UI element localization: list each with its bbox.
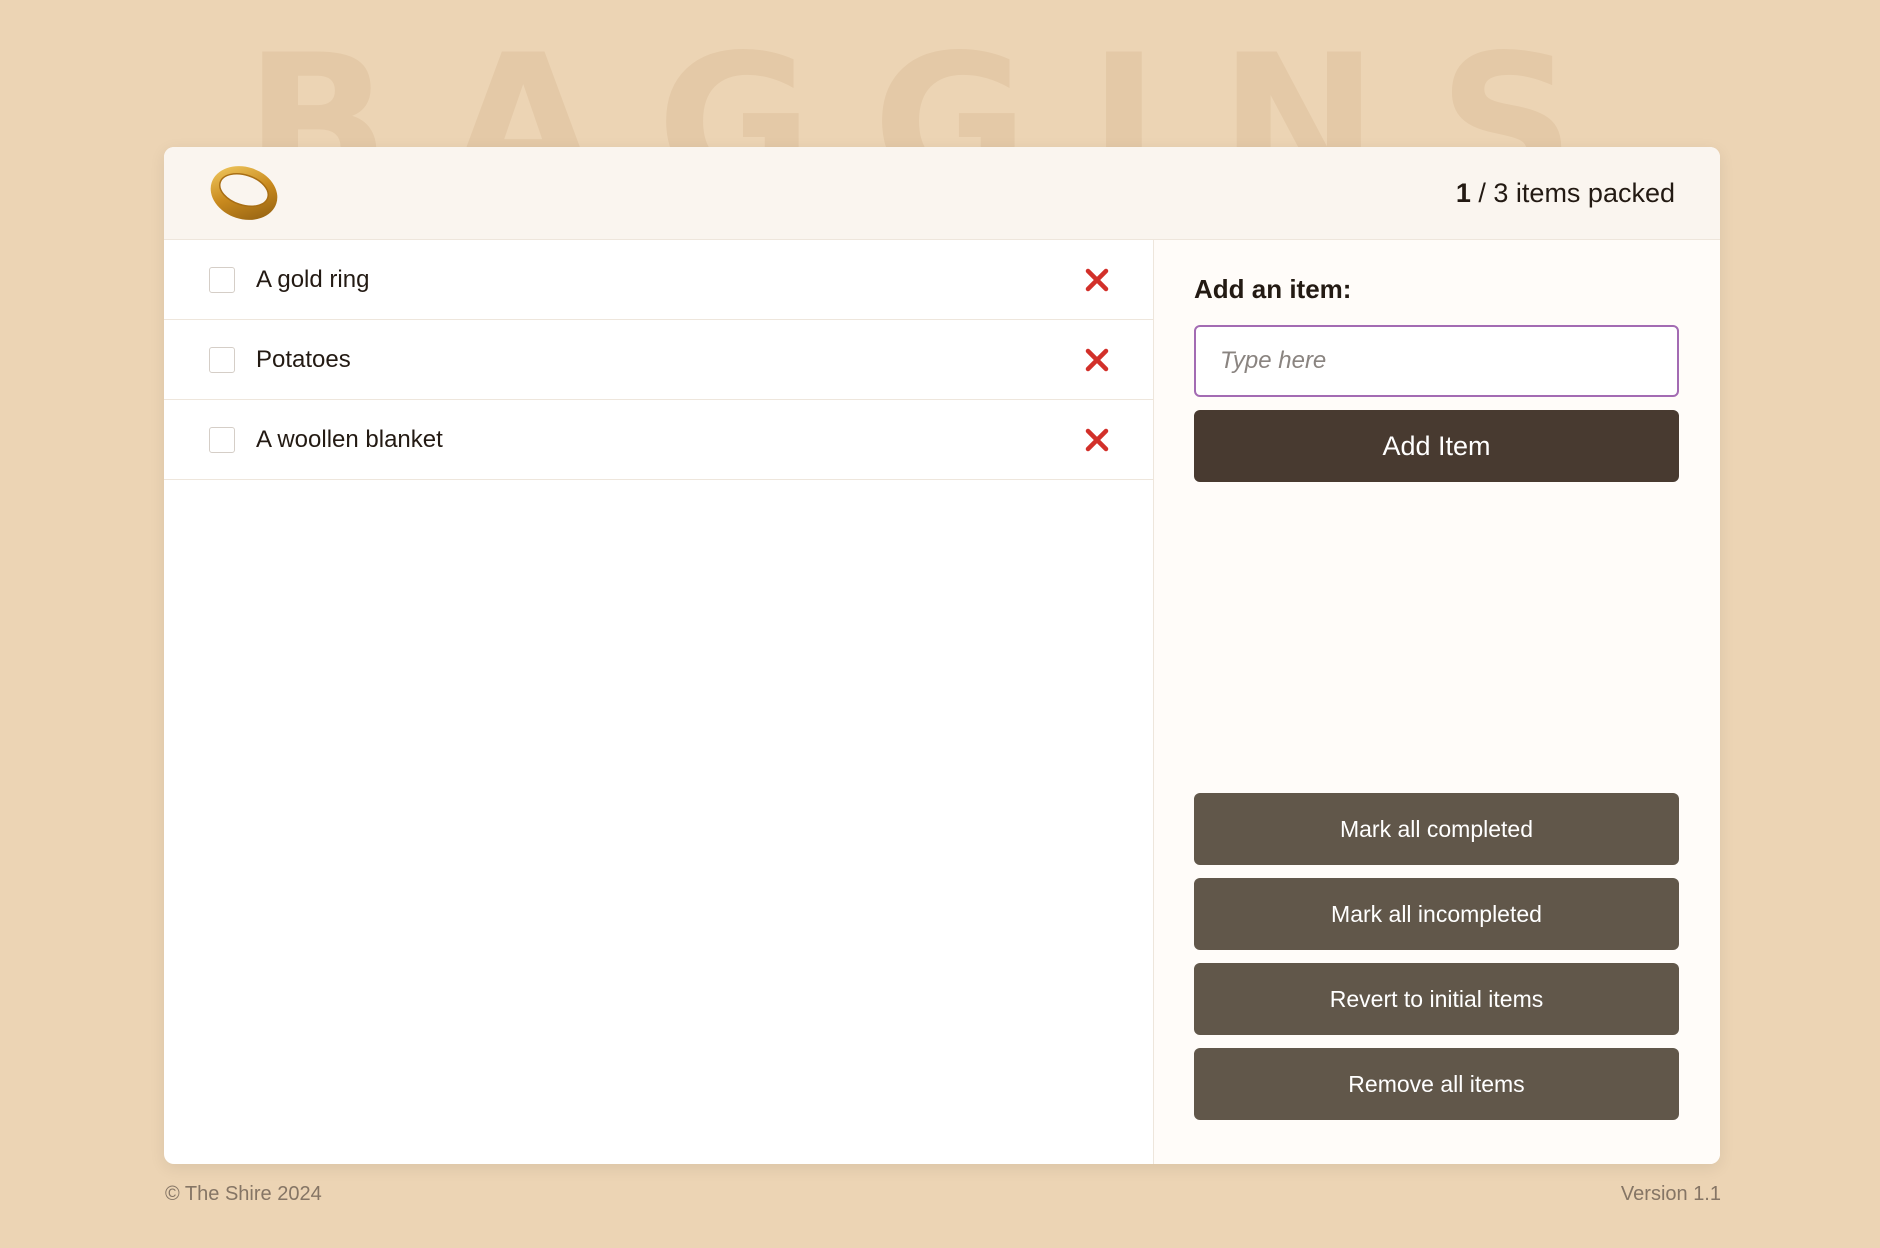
add-item-input[interactable] bbox=[1194, 325, 1679, 397]
item-label: A gold ring bbox=[256, 265, 370, 293]
header: 1 / 3 items packed bbox=[164, 147, 1720, 240]
mark-all-incompleted-button[interactable]: Mark all incompleted bbox=[1194, 878, 1679, 950]
footer: © The Shire 2024 Version 1.1 bbox=[165, 1183, 1721, 1206]
add-item-button[interactable]: Add Item bbox=[1194, 410, 1679, 482]
item-label: A woollen blanket bbox=[256, 425, 443, 453]
bulk-actions: Mark all completed Mark all incompleted … bbox=[1194, 793, 1680, 1120]
item-label: Potatoes bbox=[256, 345, 351, 373]
list-item: A gold ring bbox=[164, 240, 1153, 320]
main-content: A gold ring Potatoes A woollen blanket A… bbox=[164, 240, 1720, 1164]
revert-items-button[interactable]: Revert to initial items bbox=[1194, 963, 1679, 1035]
item-checkbox[interactable] bbox=[209, 426, 235, 453]
add-item-label: Add an item: bbox=[1194, 274, 1352, 304]
delete-icon[interactable] bbox=[1083, 266, 1111, 294]
packed-counter: 1 / 3 items packed bbox=[1456, 178, 1675, 209]
delete-icon[interactable] bbox=[1083, 426, 1111, 454]
counter-suffix: / 3 items packed bbox=[1478, 177, 1675, 208]
item-checkbox[interactable] bbox=[209, 266, 235, 293]
list-item: A woollen blanket bbox=[164, 400, 1153, 480]
item-checkbox[interactable] bbox=[209, 346, 235, 373]
list-item: Potatoes bbox=[164, 320, 1153, 400]
delete-icon[interactable] bbox=[1083, 346, 1111, 374]
packed-count: 1 bbox=[1455, 177, 1471, 208]
sidebar: Add an item: Add Item Mark all completed… bbox=[1154, 240, 1720, 1164]
version: Version 1.1 bbox=[1620, 1183, 1721, 1205]
remove-all-button[interactable]: Remove all items bbox=[1194, 1048, 1679, 1120]
packing-app: 1 / 3 items packed A gold ring Potatoes bbox=[164, 147, 1720, 1164]
item-list: A gold ring Potatoes A woollen blanket bbox=[164, 240, 1154, 1164]
gold-ring-icon bbox=[210, 166, 278, 220]
copyright: © The Shire 2024 bbox=[165, 1183, 322, 1205]
mark-all-completed-button[interactable]: Mark all completed bbox=[1194, 793, 1679, 865]
